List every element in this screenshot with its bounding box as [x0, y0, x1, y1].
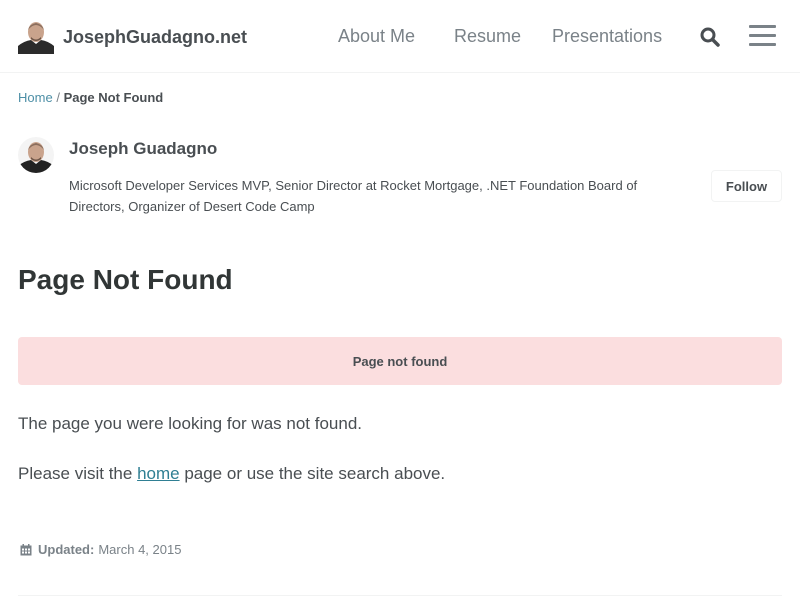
- follow-button[interactable]: Follow: [711, 170, 782, 202]
- nav-resume[interactable]: Resume: [454, 26, 521, 47]
- notice-banner: Page not found: [18, 337, 782, 385]
- search-icon[interactable]: [699, 26, 721, 48]
- calendar-icon: [20, 543, 32, 556]
- updated-date: March 4, 2015: [98, 542, 182, 557]
- nav-about-me[interactable]: About Me: [338, 26, 415, 47]
- home-link[interactable]: home: [137, 464, 180, 483]
- breadcrumb-home-link[interactable]: Home: [18, 90, 53, 105]
- not-found-message: The page you were looking for was not fo…: [18, 414, 362, 433]
- home-suggestion-prefix: Please visit the: [18, 464, 138, 483]
- hamburger-menu-icon[interactable]: [749, 24, 776, 48]
- author-avatar: [18, 137, 54, 173]
- nav-presentations[interactable]: Presentations: [552, 26, 662, 47]
- divider: [18, 595, 782, 596]
- breadcrumb-separator: /: [56, 90, 60, 105]
- masthead: JosephGuadagno.net About Me Resume Prese…: [0, 0, 800, 73]
- breadcrumb: Home / Page Not Found: [18, 90, 163, 105]
- author-name: Joseph Guadagno: [69, 139, 218, 158]
- breadcrumb-current: Page Not Found: [63, 90, 164, 105]
- site-logo-avatar[interactable]: [18, 18, 54, 54]
- updated-meta: Updated: March 4, 2015: [20, 542, 181, 557]
- home-suggestion-suffix: page or use the site search above.: [179, 464, 446, 483]
- home-suggestion: Please visit the home page or use the si…: [18, 464, 445, 484]
- author-bio: Microsoft Developer Services MVP, Senior…: [69, 178, 638, 214]
- site-title-link[interactable]: JosephGuadagno.net: [63, 27, 247, 48]
- page-title: Page Not Found: [18, 264, 233, 295]
- updated-label: Updated:: [38, 542, 95, 557]
